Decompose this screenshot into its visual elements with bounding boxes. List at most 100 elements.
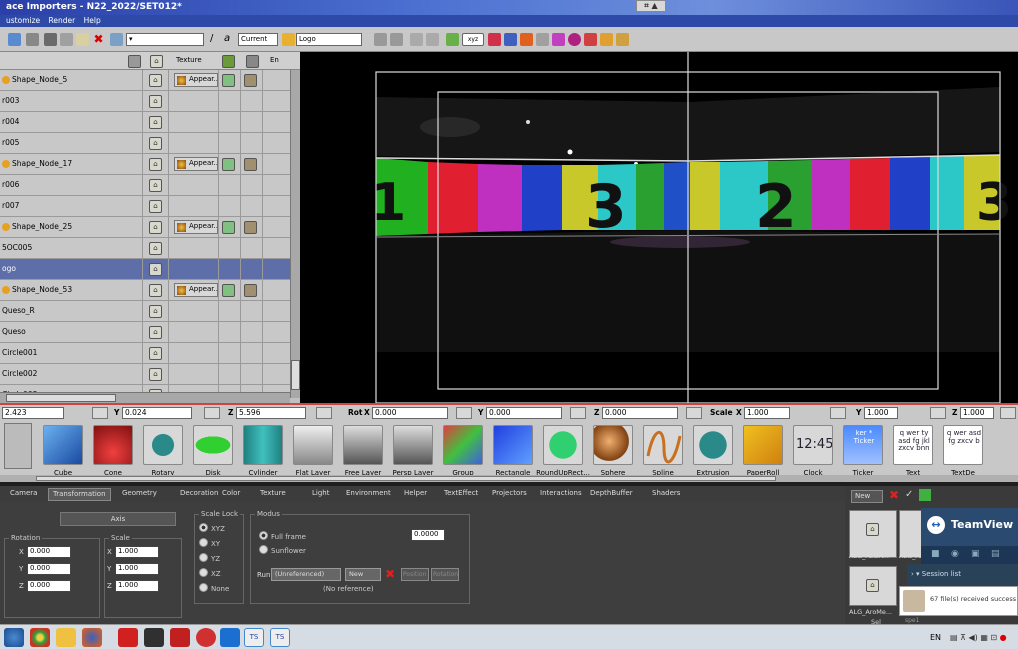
- tv-chat-icon[interactable]: ■: [931, 549, 940, 559]
- teamviewer-session-list[interactable]: › ▾ Session list: [907, 564, 1018, 586]
- scale-lock-yz[interactable]: YZ: [199, 553, 220, 563]
- position-x-field[interactable]: 2.423: [2, 407, 64, 419]
- tree-row[interactable]: Queso_R ⌂: [0, 301, 290, 322]
- visibility-icon[interactable]: ⌂: [149, 347, 162, 360]
- visibility-icon[interactable]: ⌂: [149, 116, 162, 129]
- tab-interactions[interactable]: Interactions: [536, 488, 586, 501]
- library-new-button[interactable]: New: [851, 490, 883, 503]
- tab-color[interactable]: Color: [218, 488, 244, 501]
- visibility-icon[interactable]: ⌂: [149, 242, 162, 255]
- texture-icon[interactable]: [244, 74, 257, 87]
- ts-task-icon-1[interactable]: TS: [244, 628, 264, 647]
- palette-item-rotary[interactable]: Rotary: [140, 425, 186, 481]
- terminal-icon[interactable]: [144, 628, 164, 647]
- palette-item-cube[interactable]: Cube: [40, 425, 86, 481]
- palette-item-rectangle[interactable]: Rectangle: [490, 425, 536, 481]
- tab-environment[interactable]: Environment: [342, 488, 395, 501]
- square-icon[interactable]: [584, 33, 597, 46]
- scale-x-prop[interactable]: 1.000: [115, 546, 159, 558]
- tree-row[interactable]: Shape_Node_17 ⌂ Appear...: [0, 154, 290, 175]
- tray-icons[interactable]: ▤ ⊼ ◀) ▦ ⊡ ●: [950, 633, 1007, 642]
- tree-scrollbar[interactable]: [290, 70, 300, 398]
- tv-settings-icon[interactable]: ▤: [991, 549, 1000, 559]
- palette-item-free-layer[interactable]: Free Layer: [340, 425, 386, 481]
- tv-video-icon[interactable]: ◉: [951, 549, 959, 559]
- tray-alert-icon[interactable]: ●: [1000, 633, 1007, 642]
- palette-nav[interactable]: [4, 423, 32, 469]
- node-icon[interactable]: [110, 33, 123, 46]
- cut-icon[interactable]: [44, 33, 57, 46]
- lock-icon[interactable]: [410, 33, 423, 46]
- scale-y-spin[interactable]: [930, 407, 946, 419]
- run-combo[interactable]: (Unreferenced): [271, 568, 341, 581]
- paste-icon[interactable]: [76, 33, 89, 46]
- tree-row[interactable]: r006 ⌂: [0, 175, 290, 196]
- record-app-icon[interactable]: [196, 628, 216, 647]
- texture-icon[interactable]: [244, 221, 257, 234]
- tree-row[interactable]: Shape_Node_25 ⌂ Appear...: [0, 217, 290, 238]
- scale-lock-xy[interactable]: XY: [199, 538, 220, 548]
- tab-camera[interactable]: Camera: [6, 488, 41, 501]
- visibility-icon[interactable]: ⌂: [149, 95, 162, 108]
- scale-x-field[interactable]: 1.000: [744, 407, 790, 419]
- tree-row[interactable]: Circle001 ⌂: [0, 343, 290, 364]
- axis-icon[interactable]: [446, 33, 459, 46]
- scale-x-spin[interactable]: [830, 407, 846, 419]
- app-icon[interactable]: [118, 628, 138, 647]
- copy-icon[interactable]: [60, 33, 73, 46]
- tree-hscrollbar[interactable]: [0, 392, 290, 403]
- visibility-icon[interactable]: ⌂: [149, 263, 162, 276]
- rot-z-spin[interactable]: [686, 407, 702, 419]
- run-delete-icon[interactable]: ✖: [385, 567, 395, 581]
- tree-row[interactable]: r003 ⌂: [0, 91, 290, 112]
- scale-z-prop[interactable]: 1.000: [115, 580, 159, 592]
- brush-icon[interactable]: [552, 33, 565, 46]
- tree-row[interactable]: Shape_Node_53 ⌂ Appear...: [0, 280, 290, 301]
- teamviewer-notification[interactable]: 67 file(s) received success: [899, 586, 1018, 616]
- lock2-icon[interactable]: [426, 33, 439, 46]
- tree-row[interactable]: ogo ⌂: [0, 259, 290, 280]
- scale-y-field[interactable]: 1.000: [864, 407, 898, 419]
- tree-row[interactable]: Circle002 ⌂: [0, 364, 290, 385]
- logo-combo[interactable]: Logo: [296, 33, 362, 46]
- pos-x-spin[interactable]: [92, 407, 108, 419]
- tab-light[interactable]: Light: [308, 488, 333, 501]
- material-icon[interactable]: [222, 284, 235, 297]
- rotation-z-prop[interactable]: 0.000: [27, 580, 71, 592]
- visibility-icon[interactable]: ⌂: [149, 179, 162, 192]
- modus-full-frame[interactable]: Full frame: [259, 531, 306, 541]
- library-delete-icon[interactable]: ✖: [889, 488, 899, 502]
- palette-item-textde[interactable]: q wer asd fg zxcv b TextDe: [940, 425, 986, 481]
- scale-y-prop[interactable]: 1.000: [115, 563, 159, 575]
- delete-icon[interactable]: ✖: [92, 33, 105, 46]
- palette-item-rounduprect[interactable]: RoundUpRect...: [536, 425, 590, 481]
- palette-item-spline[interactable]: Spline: [640, 425, 686, 481]
- visibility-icon[interactable]: ⌂: [149, 305, 162, 318]
- rotation-z-field[interactable]: 0.000: [602, 407, 678, 419]
- tv-expand-icon[interactable]: ›: [911, 570, 914, 578]
- visibility-icon[interactable]: ⌂: [149, 158, 162, 171]
- scale-z-spin[interactable]: [1000, 407, 1016, 419]
- select-tool-icon[interactable]: [8, 33, 21, 46]
- menu-help[interactable]: Help: [84, 16, 101, 25]
- 3d-viewport[interactable]: 1 3 2 3: [300, 52, 1018, 403]
- texture-icon[interactable]: [244, 284, 257, 297]
- tab-geometry[interactable]: Geometry: [118, 488, 161, 501]
- palette-item-persp-layer[interactable]: Persp Layer: [390, 425, 436, 481]
- teamviewer-task-icon[interactable]: [220, 628, 240, 647]
- run-new-button[interactable]: New: [345, 568, 381, 581]
- visibility-icon[interactable]: ⌂: [149, 326, 162, 339]
- menu-customize[interactable]: ustomize: [6, 16, 40, 25]
- tree-row[interactable]: r004 ⌂: [0, 112, 290, 133]
- circles-icon[interactable]: [568, 33, 581, 46]
- explorer-icon[interactable]: [56, 628, 76, 647]
- viewport-render[interactable]: 1 3 2 3: [300, 52, 1018, 403]
- palette-item-flat-layer[interactable]: Flat Layer: [290, 425, 336, 481]
- pos-y-spin[interactable]: [204, 407, 220, 419]
- tab-shaders[interactable]: Shaders: [648, 488, 684, 501]
- move-tool-icon[interactable]: [26, 33, 39, 46]
- visibility-icon[interactable]: ⌂: [149, 200, 162, 213]
- library-item-1[interactable]: ⌂: [849, 510, 897, 558]
- palette-item-ticker[interactable]: ker * Ticker Ticker: [840, 425, 886, 481]
- material-icon[interactable]: [222, 158, 235, 171]
